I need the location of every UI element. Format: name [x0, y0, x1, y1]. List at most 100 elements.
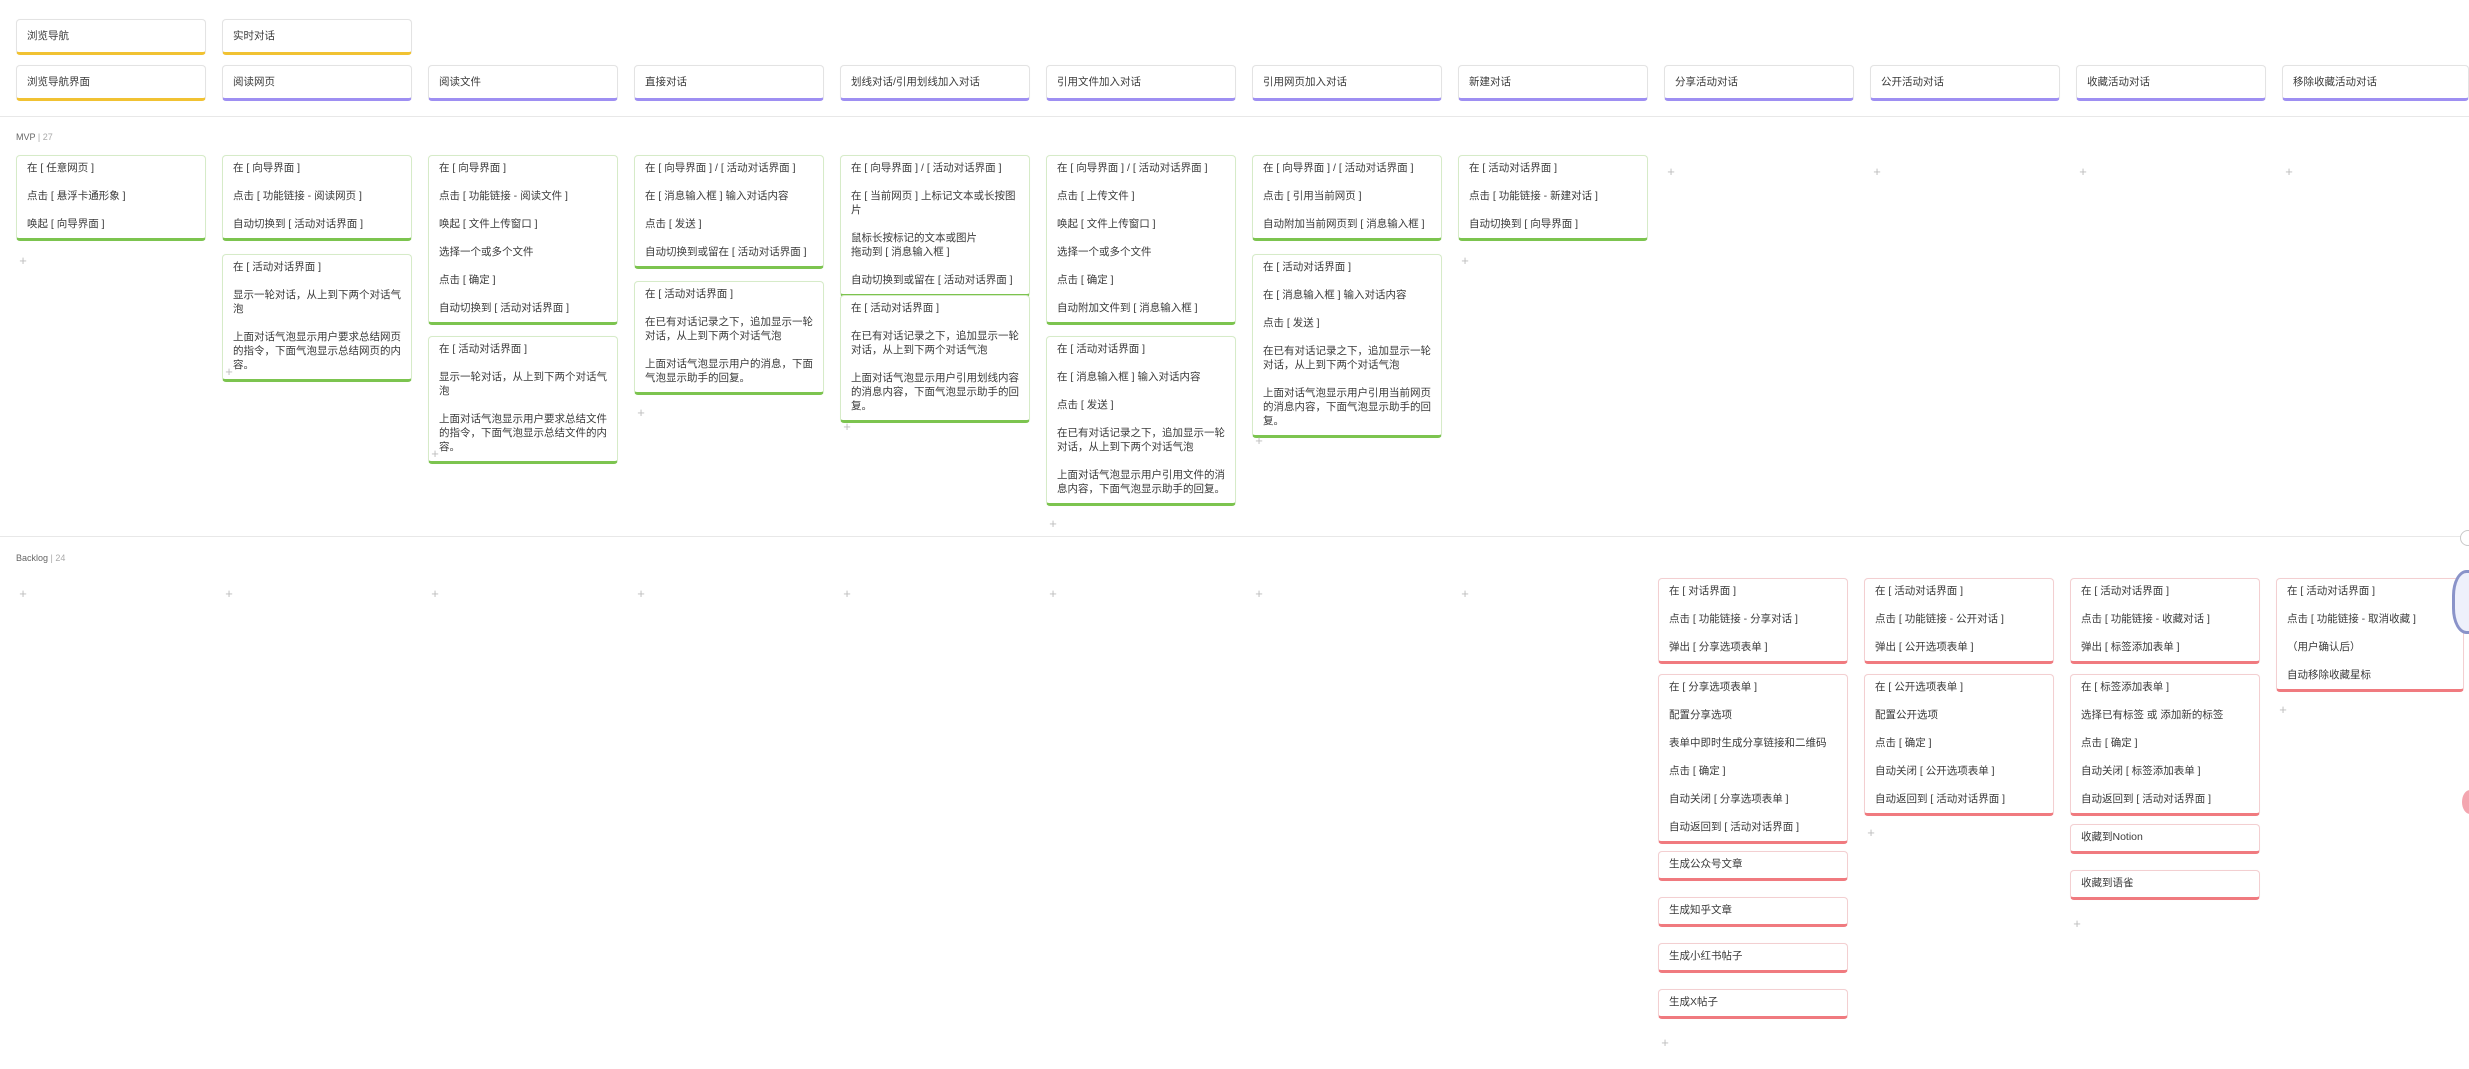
story-card[interactable]: 在 [ 分享选项表单 ] 配置分享选项 表单中即时生成分享链接和二维码 点击 […	[1658, 674, 1848, 844]
story-card[interactable]: 在 [ 向导界面 ] / [ 活动对话界面 ] 点击 [ 上传文件 ] 唤起 […	[1046, 155, 1236, 325]
story-line: 在 [ 消息输入框 ] 输入对话内容	[1057, 371, 1201, 383]
story-card[interactable]: 在 [ 向导界面 ] / [ 活动对话界面 ] 点击 [ 引用当前网页 ] 自动…	[1252, 155, 1442, 241]
story-card[interactable]: 在 [ 活动对话界面 ] 在已有对话记录之下，追加显示一轮对话，从上到下两个对话…	[840, 295, 1030, 423]
story-card[interactable]: 生成X帖子	[1658, 989, 1848, 1019]
story-card[interactable]: 收藏到Notion	[2070, 824, 2260, 854]
epic-card-browse-nav[interactable]: 浏览导航	[16, 19, 206, 55]
story-line: 在 [ 消息输入框 ] 输入对话内容	[1263, 289, 1407, 301]
story-card[interactable]: 在 [ 活动对话界面 ] 点击 [ 功能链接 - 公开对话 ] 弹出 [ 公开选…	[1864, 578, 2054, 664]
feature-title: 引用文件加入对话	[1057, 76, 1141, 88]
story-line: 点击 [ 功能链接 - 分享对话 ]	[1669, 613, 1798, 625]
story-card[interactable]: 在 [ 对话界面 ] 点击 [ 功能链接 - 分享对话 ] 弹出 [ 分享选项表…	[1658, 578, 1848, 664]
story-card[interactable]: 在 [ 向导界面 ] 点击 [ 功能链接 - 阅读文件 ] 唤起 [ 文件上传窗…	[428, 155, 618, 325]
feature-card-11[interactable]: 移除收藏活动对话	[2282, 65, 2469, 101]
story-line: 收藏到语雀	[2081, 877, 2134, 889]
feature-title: 浏览导航界面	[27, 76, 90, 88]
story-line: 在已有对话记录之下，追加显示一轮对话，从上到下两个对话气泡	[1057, 427, 1225, 453]
add-card-button[interactable]: +	[1864, 826, 1878, 840]
add-card-button[interactable]: +	[2070, 917, 2084, 931]
story-card[interactable]: 在 [ 标签添加表单 ] 选择已有标签 或 添加新的标签 点击 [ 确定 ] 自…	[2070, 674, 2260, 816]
feature-card-0[interactable]: 浏览导航界面	[16, 65, 206, 101]
story-line: 点击 [ 上传文件 ]	[1057, 190, 1135, 202]
story-line: 自动切换到或留在 [ 活动对话界面 ]	[851, 274, 1013, 286]
add-card-button[interactable]: +	[428, 447, 442, 461]
feature-card-5[interactable]: 引用文件加入对话	[1046, 65, 1236, 101]
story-card[interactable]: 生成知乎文章	[1658, 897, 1848, 927]
feature-card-9[interactable]: 公开活动对话	[1870, 65, 2060, 101]
epic-title: 实时对话	[233, 30, 275, 42]
story-line: 在 [ 标签添加表单 ]	[2081, 681, 2170, 693]
feature-card-6[interactable]: 引用网页加入对话	[1252, 65, 1442, 101]
story-line: 自动切换到 [ 活动对话界面 ]	[233, 218, 364, 230]
story-line: 生成知乎文章	[1669, 904, 1732, 916]
story-card[interactable]: 在 [ 活动对话界面 ] 点击 [ 功能链接 - 收藏对话 ] 弹出 [ 标签添…	[2070, 578, 2260, 664]
feature-title: 划线对话/引用划线加入对话	[851, 76, 980, 88]
story-card[interactable]: 在 [ 活动对话界面 ] 点击 [ 功能链接 - 取消收藏 ] （用户确认后） …	[2276, 578, 2464, 692]
feature-card-8[interactable]: 分享活动对话	[1664, 65, 1854, 101]
story-line: 上面对话气泡显示用户要求总结网页的指令，下面气泡显示总结网页的内容。	[233, 331, 401, 371]
story-card[interactable]: 在 [ 活动对话界面 ] 显示一轮对话，从上到下两个对话气泡 上面对话气泡显示用…	[222, 254, 412, 382]
add-card-button[interactable]: +	[2076, 165, 2090, 179]
story-line: 显示一轮对话，从上到下两个对话气泡	[233, 289, 401, 315]
add-card-button[interactable]: +	[1046, 517, 1060, 531]
story-card[interactable]: 在 [ 公开选项表单 ] 配置公开选项 点击 [ 确定 ] 自动关闭 [ 公开选…	[1864, 674, 2054, 816]
feature-card-7[interactable]: 新建对话	[1458, 65, 1648, 101]
story-line: 在 [ 活动对话界面 ]	[1263, 261, 1352, 273]
story-line: 点击 [ 引用当前网页 ]	[1263, 190, 1362, 202]
story-line: 在 [ 活动对话界面 ]	[233, 261, 322, 273]
story-line: 在 [ 向导界面 ] / [ 活动对话界面 ]	[645, 162, 796, 174]
add-card-button[interactable]: +	[2276, 703, 2290, 717]
story-line: 在 [ 任意网页 ]	[27, 162, 95, 174]
story-line: 点击 [ 确定 ]	[1875, 737, 1932, 749]
feature-card-1[interactable]: 阅读网页	[222, 65, 412, 101]
feature-card-10[interactable]: 收藏活动对话	[2076, 65, 2266, 101]
story-card[interactable]: 收藏到语雀	[2070, 870, 2260, 900]
add-card-button[interactable]: +	[840, 587, 854, 601]
mascot-avatar-icon[interactable]	[2452, 570, 2469, 634]
story-card[interactable]: 在 [ 向导界面 ] 点击 [ 功能链接 - 阅读网页 ] 自动切换到 [ 活动…	[222, 155, 412, 241]
add-card-button[interactable]: +	[428, 587, 442, 601]
story-line: 点击 [ 确定 ]	[439, 274, 496, 286]
story-card[interactable]: 生成小红书帖子	[1658, 943, 1848, 973]
add-card-button[interactable]: +	[1458, 254, 1472, 268]
story-card[interactable]: 在 [ 活动对话界面 ] 显示一轮对话，从上到下两个对话气泡 上面对话气泡显示用…	[428, 336, 618, 464]
feature-card-4[interactable]: 划线对话/引用划线加入对话	[840, 65, 1030, 101]
story-card[interactable]: 在 [ 向导界面 ] / [ 活动对话界面 ] 在 [ 当前网页 ] 上标记文本…	[840, 155, 1030, 297]
story-line: 在 [ 活动对话界面 ]	[2081, 585, 2170, 597]
section-name: Backlog	[16, 553, 49, 563]
story-card[interactable]: 在 [ 任意网页 ] 点击 [ 悬浮卡通形象 ] 唤起 [ 向导界面 ]	[16, 155, 206, 241]
add-card-button[interactable]: +	[1046, 587, 1060, 601]
add-card-button[interactable]: +	[1658, 1036, 1672, 1050]
story-card[interactable]: 在 [ 活动对话界面 ] 点击 [ 功能链接 - 新建对话 ] 自动切换到 [ …	[1458, 155, 1648, 241]
add-card-button[interactable]: +	[1252, 434, 1266, 448]
add-card-button[interactable]: +	[634, 587, 648, 601]
add-card-button[interactable]: +	[840, 420, 854, 434]
story-line: 在 [ 分享选项表单 ]	[1669, 681, 1758, 693]
add-card-button[interactable]: +	[16, 587, 30, 601]
add-card-button[interactable]: +	[1458, 587, 1472, 601]
story-line: 拖动到 [ 消息输入框 ]	[851, 246, 950, 258]
story-card[interactable]: 在 [ 向导界面 ] / [ 活动对话界面 ] 在 [ 消息输入框 ] 输入对话…	[634, 155, 824, 269]
story-line: 点击 [ 功能链接 - 公开对话 ]	[1875, 613, 2004, 625]
story-card[interactable]: 在 [ 活动对话界面 ] 在已有对话记录之下，追加显示一轮对话，从上到下两个对话…	[634, 281, 824, 395]
story-line: 弹出 [ 标签添加表单 ]	[2081, 641, 2180, 653]
add-card-button[interactable]: +	[1664, 165, 1678, 179]
add-card-button[interactable]: +	[634, 406, 648, 420]
story-line: 自动附加文件到 [ 消息输入框 ]	[1057, 302, 1198, 314]
add-card-button[interactable]: +	[1252, 587, 1266, 601]
add-card-button[interactable]: +	[16, 254, 30, 268]
add-card-button[interactable]: +	[222, 587, 236, 601]
notification-dot-icon[interactable]	[2462, 790, 2469, 814]
feature-card-2[interactable]: 阅读文件	[428, 65, 618, 101]
collapse-handle-icon[interactable]	[2460, 530, 2469, 546]
story-card[interactable]: 在 [ 活动对话界面 ] 在 [ 消息输入框 ] 输入对话内容 点击 [ 发送 …	[1046, 336, 1236, 506]
epic-card-realtime-chat[interactable]: 实时对话	[222, 19, 412, 55]
story-card[interactable]: 在 [ 活动对话界面 ] 在 [ 消息输入框 ] 输入对话内容 点击 [ 发送 …	[1252, 254, 1442, 438]
story-line: 上面对话气泡显示用户引用当前网页的消息内容，下面气泡显示助手的回复。	[1263, 387, 1431, 427]
add-card-button[interactable]: +	[2282, 165, 2296, 179]
feature-title: 分享活动对话	[1675, 76, 1738, 88]
add-card-button[interactable]: +	[222, 365, 236, 379]
feature-card-3[interactable]: 直接对话	[634, 65, 824, 101]
story-card[interactable]: 生成公众号文章	[1658, 851, 1848, 881]
add-card-button[interactable]: +	[1870, 165, 1884, 179]
